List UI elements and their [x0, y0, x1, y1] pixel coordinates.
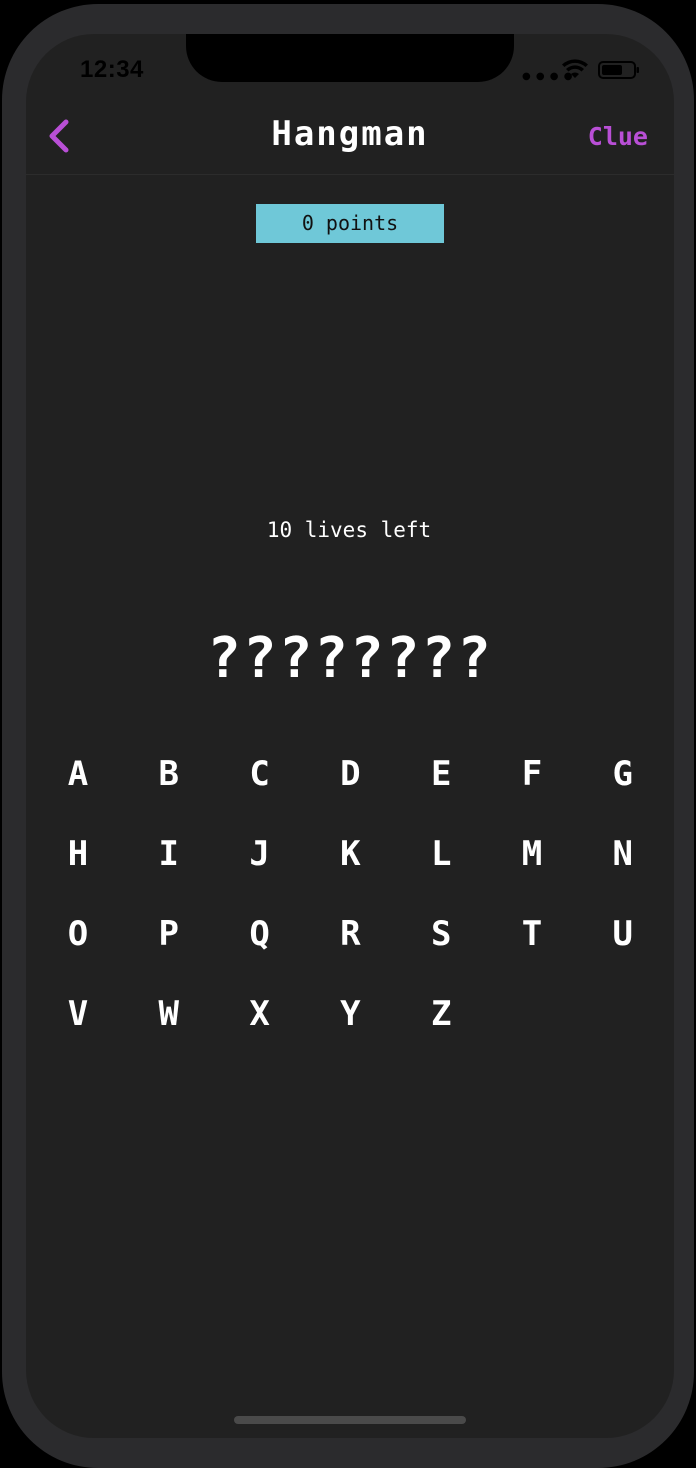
letter-key-d[interactable]: D [305, 736, 395, 812]
status-icons: ● ● ● ● [522, 58, 646, 84]
clue-button[interactable]: Clue [574, 122, 648, 151]
chevron-left-icon [49, 119, 69, 153]
letter-key-j[interactable]: J [215, 816, 305, 892]
page-title: Hangman [271, 114, 429, 154]
letter-key-n[interactable]: N [578, 816, 668, 892]
letter-key-v[interactable]: V [33, 976, 123, 1052]
letter-key-g[interactable]: G [578, 736, 668, 812]
letter-key-r[interactable]: R [305, 896, 395, 972]
letter-key-t[interactable]: T [487, 896, 577, 972]
home-indicator[interactable] [234, 1416, 466, 1424]
letter-key-u[interactable]: U [578, 896, 668, 972]
letter-key-s[interactable]: S [396, 896, 486, 972]
points-badge: 0 points [256, 204, 444, 243]
letter-key-o[interactable]: O [33, 896, 123, 972]
lives-counter: 10 lives left [266, 518, 432, 542]
letter-key-b[interactable]: B [124, 736, 214, 812]
hidden-word: ???????? [207, 626, 493, 691]
letter-key-i[interactable]: I [124, 816, 214, 892]
letter-key-f[interactable]: F [487, 736, 577, 812]
letter-key-a[interactable]: A [33, 736, 123, 812]
letter-key-z[interactable]: Z [396, 976, 486, 1052]
letter-key-w[interactable]: W [124, 976, 214, 1052]
navigation-bar: Hangman Clue [26, 100, 674, 175]
letter-key-k[interactable]: K [305, 816, 395, 892]
letter-key-h[interactable]: H [33, 816, 123, 892]
letter-key-m[interactable]: M [487, 816, 577, 892]
letter-key-x[interactable]: X [215, 976, 305, 1052]
battery-icon [598, 61, 639, 79]
letter-key-e[interactable]: E [396, 736, 486, 812]
letter-key-q[interactable]: Q [215, 896, 305, 972]
letter-key-y[interactable]: Y [305, 976, 395, 1052]
device-notch [186, 34, 514, 82]
letter-key-l[interactable]: L [396, 816, 486, 892]
status-time: 12:34 [80, 56, 144, 83]
device-frame: 12:34 ● ● ● ● Hangman Clue 0 points 10 l… [0, 0, 696, 1468]
letter-key-p[interactable]: P [124, 896, 214, 972]
back-button[interactable] [40, 114, 74, 158]
wifi-icon [562, 59, 588, 78]
letter-key-c[interactable]: C [215, 736, 305, 812]
